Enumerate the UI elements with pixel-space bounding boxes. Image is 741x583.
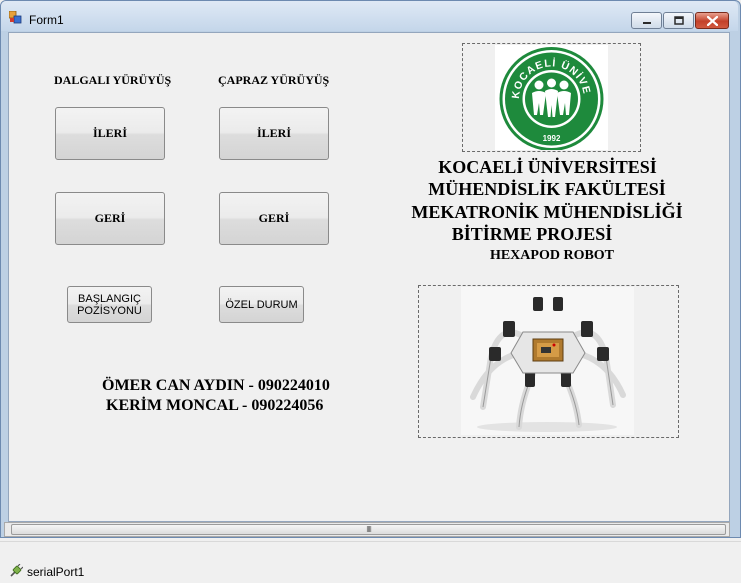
maximize-button[interactable]	[663, 12, 694, 29]
start-position-label-line1: BAŞLANGIÇ	[78, 292, 141, 305]
special-state-button[interactable]: ÖZEL DURUM	[219, 286, 304, 323]
serial-port-label[interactable]: serialPort1	[27, 565, 84, 579]
close-button[interactable]	[695, 12, 729, 29]
logo-year: 1992	[543, 134, 561, 143]
maximize-icon	[673, 16, 684, 25]
scrollbar-thumb[interactable]: ‖‖	[11, 524, 726, 535]
minimize-button[interactable]	[631, 12, 662, 29]
university-logo: KOCAELİ ÜNİVERSİTESİ 1992	[491, 35, 608, 151]
tray-divider	[0, 541, 741, 542]
author-1-label: ÖMER CAN AYDIN - 090224010	[102, 377, 330, 394]
heading-line-1: KOCAELİ ÜNİVERSİTESİ	[438, 157, 657, 177]
component-tray	[0, 545, 741, 583]
minimize-icon	[642, 21, 651, 24]
serial-port-icon	[9, 563, 24, 578]
close-icon	[706, 15, 718, 26]
scroll-grip-icon: ‖‖	[366, 524, 372, 534]
wave-forward-button[interactable]: İLERİ	[55, 107, 165, 160]
wave-gait-label: DALGALI YÜRÜYÜŞ	[54, 73, 172, 87]
author-2-label: KERİM MONCAL - 090224056	[106, 397, 324, 414]
window-title: Form1	[29, 13, 64, 27]
start-position-button[interactable]: BAŞLANGIÇ POZİSYONU	[67, 286, 152, 323]
hexapod-robot-image	[461, 287, 634, 435]
start-position-label-line2: POZİSYONU	[77, 304, 142, 317]
form-app-icon	[8, 10, 22, 24]
cross-gait-label: ÇAPRAZ YÜRÜYÜŞ	[218, 73, 330, 87]
heading-line-3: MEKATRONİK MÜHENDİSLİĞİ	[411, 202, 683, 222]
cross-forward-button[interactable]: İLERİ	[219, 107, 329, 160]
title-bar[interactable]	[1, 1, 738, 31]
heading-line-4: BİTİRME PROJESİ	[451, 224, 613, 244]
heading-line-2: MÜHENDİSLİK FAKÜLTESİ	[428, 179, 666, 199]
heading-line-5: HEXAPOD ROBOT	[489, 248, 615, 263]
horizontal-scrollbar[interactable]: ‖‖	[4, 522, 730, 537]
